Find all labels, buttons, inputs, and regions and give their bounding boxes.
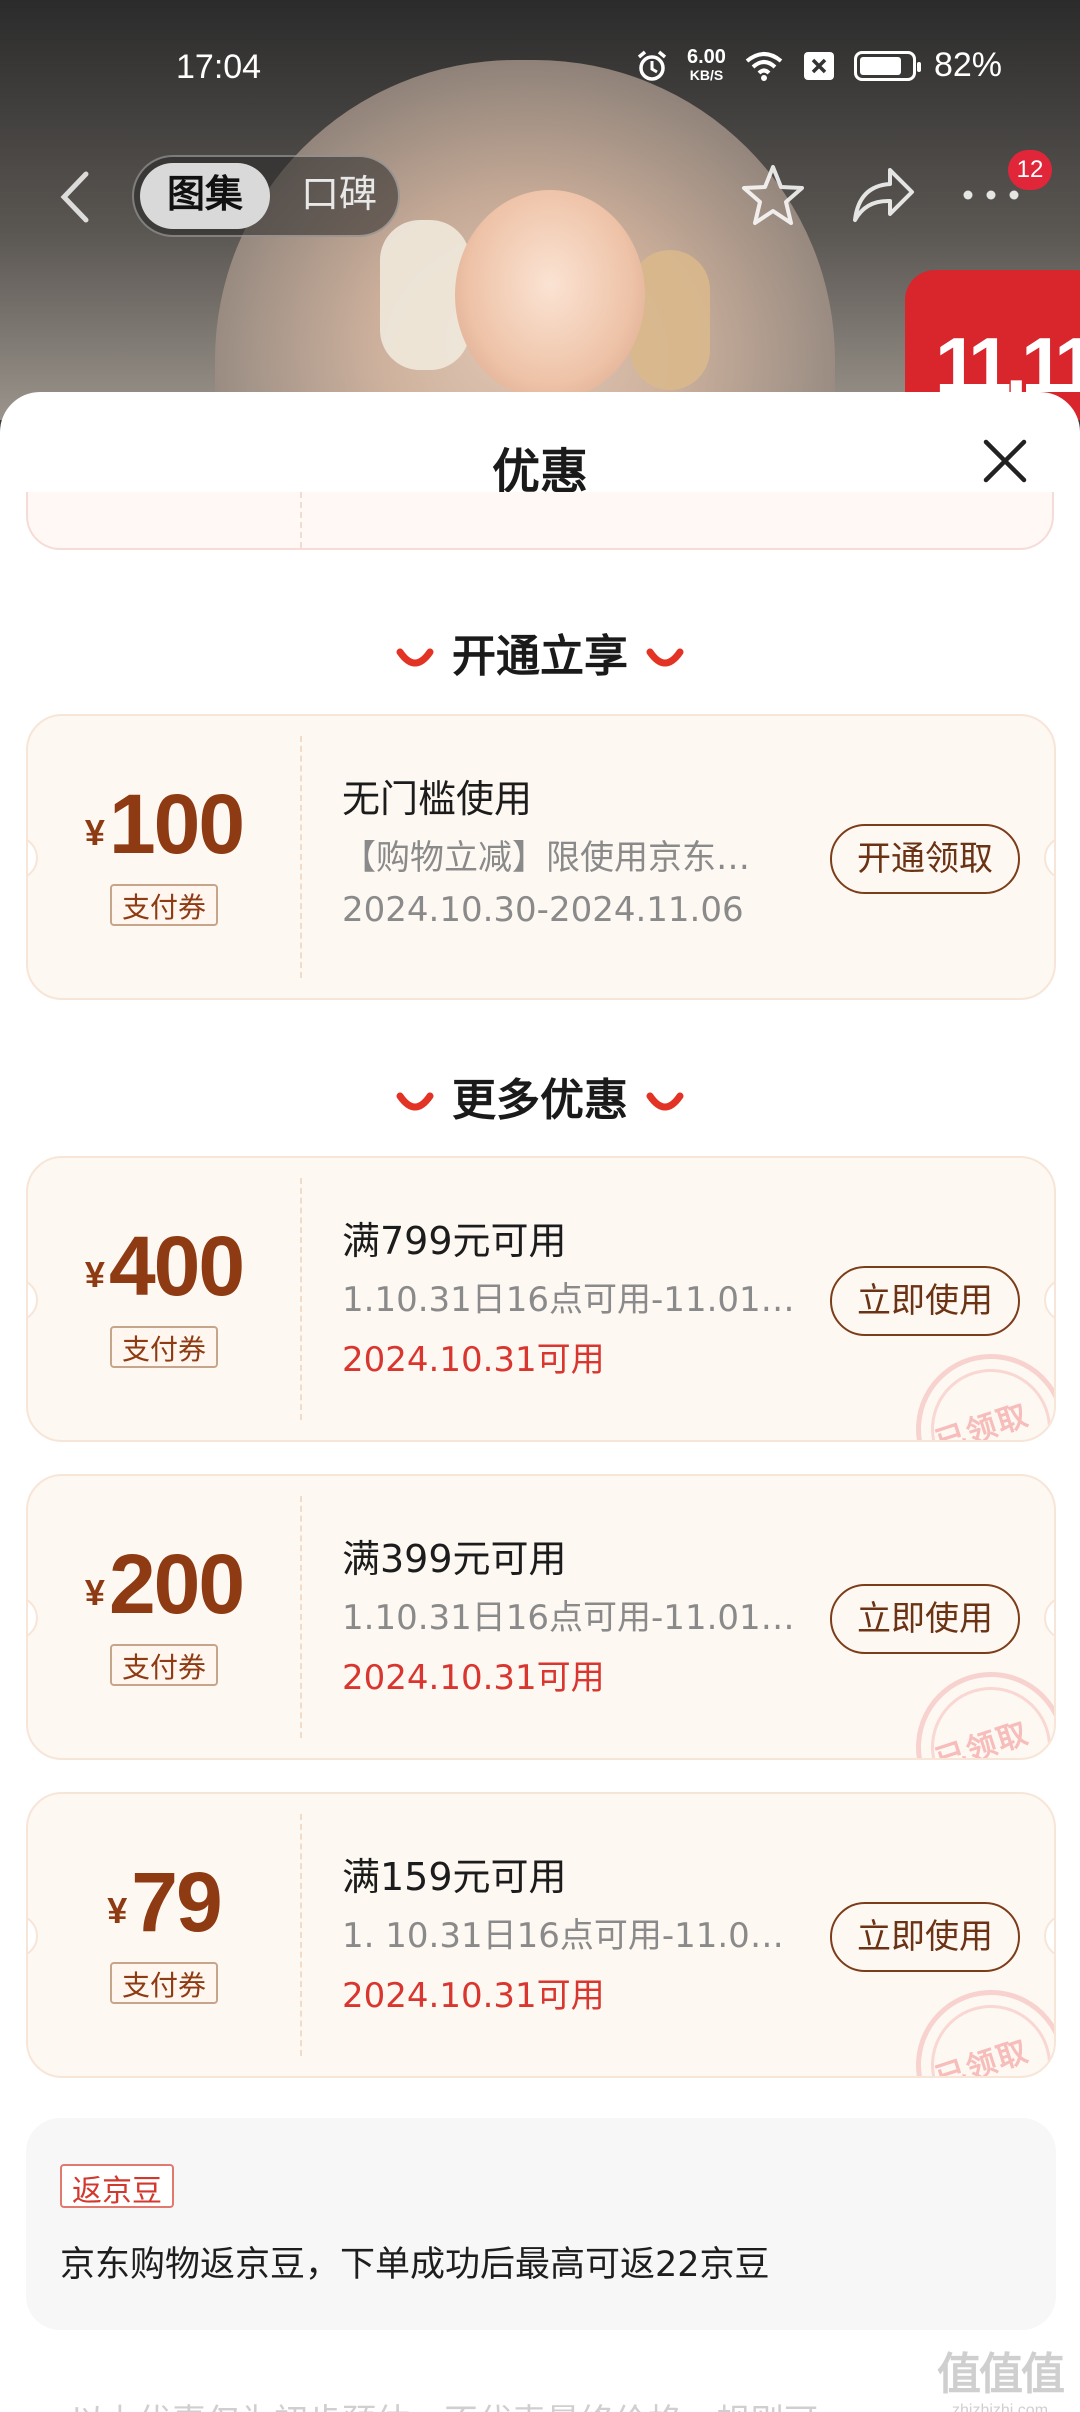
site-watermark: 值值值 zhizhizhi.com <box>930 2338 1070 2412</box>
coupon-type-tag: 支付券 <box>110 1962 218 2004</box>
coupon-description: 1. 10.31日16点可用-11.01… <box>342 1916 802 1956</box>
coupon-card: ¥100 支付券 无门槛使用 【购物立减】限使用京东… 2024.10.30-2… <box>26 714 1056 1000</box>
claimed-stamp: 已领取 <box>896 1334 1054 1442</box>
battery-percent: 82% <box>933 46 1002 84</box>
wifi-icon <box>745 51 783 81</box>
close-icon[interactable] <box>980 436 1030 486</box>
coupon-validity: 2024.10.30-2024.11.06 <box>342 890 744 930</box>
section-heading-text: 更多优惠 <box>452 1075 628 1126</box>
smile-decor-left-icon <box>396 1092 434 1111</box>
claimed-stamp-text: 已领取 <box>931 1397 1034 1442</box>
watermark-url: zhizhizhi.com <box>951 2402 1049 2412</box>
tab-reviews[interactable]: 口碑 <box>284 163 394 229</box>
use-now-button[interactable]: 立即使用 <box>830 1902 1020 1972</box>
network-speed-value: 6.00 <box>687 45 726 68</box>
battery-fill <box>859 56 901 75</box>
tab-gallery[interactable]: 图集 <box>140 163 270 229</box>
coupon-divider <box>300 1496 302 1738</box>
network-speed: 6.00 KB/S <box>687 45 726 84</box>
coupon-divider <box>300 1814 302 2056</box>
jd-bean-description: 京东购物返京豆，下单成功后最高可返22京豆 <box>60 2245 770 2285</box>
currency-symbol: ¥ <box>84 1254 105 1295</box>
smile-decor-right-icon <box>646 648 684 667</box>
coupon-amount: ¥100 <box>28 776 300 873</box>
section-heading-activate: 开通立享 <box>0 620 1080 684</box>
jd-bean-tag: 返京豆 <box>60 2164 174 2209</box>
claimed-stamp-text: 已领取 <box>931 2033 1034 2078</box>
disclaimer-text: 以上优惠仅为初步预估，不代表最终价格，规则可 <box>70 2394 818 2412</box>
coupon-title: 满159元可用 <box>342 1855 567 1899</box>
smile-decor-right-icon <box>646 1092 684 1111</box>
product-nav-bar: 图集 口碑 12 <box>0 150 1080 240</box>
favorite-star-icon[interactable] <box>740 162 806 228</box>
claimed-stamp: 已领取 <box>896 1652 1054 1760</box>
currency-symbol: ¥ <box>84 812 105 853</box>
jd-bean-rebate-card: 返京豆 京东购物返京豆，下单成功后最高可返22京豆 <box>26 2118 1056 2330</box>
coupon-amount-value: 100 <box>108 777 245 871</box>
coupon-divider <box>300 736 302 978</box>
coupon-divider <box>300 1178 302 1420</box>
coupon-amount: ¥200 <box>28 1536 300 1633</box>
status-bar: 17:04 6.00 KB/S 82% <box>0 0 1080 120</box>
coupon-description: 1.10.31日16点可用-11.01… <box>342 1598 795 1638</box>
coupon-amount-value: 400 <box>108 1219 245 1313</box>
partially-scrolled-coupon-card <box>26 492 1054 550</box>
claimed-stamp-text: 已领取 <box>931 1715 1034 1760</box>
coupon-validity: 2024.10.31可用 <box>342 1976 605 2016</box>
coupon-card: ¥400 支付券 满799元可用 1.10.31日16点可用-11.01… 20… <box>26 1156 1056 1442</box>
claimed-stamp: 已领取 <box>896 1970 1054 2078</box>
coupon-notch <box>1044 1596 1054 1640</box>
section-heading-more-offers: 更多优惠 <box>0 1064 1080 1128</box>
smile-decor-left-icon <box>396 648 434 667</box>
discount-bottom-sheet: 优惠 开通立享 ¥100 支付券 无门槛使用 【购物立减】限使用京东… 2024… <box>0 392 1080 2412</box>
coupon-validity: 2024.10.31可用 <box>342 1658 605 1698</box>
coupon-notch <box>1044 1914 1054 1958</box>
coupon-amount: ¥400 <box>28 1218 300 1315</box>
message-count-badge: 12 <box>1008 150 1052 190</box>
coupon-type-tag: 支付券 <box>110 884 218 926</box>
sim-off-icon <box>803 51 834 80</box>
coupon-card: ¥79 支付券 满159元可用 1. 10.31日16点可用-11.01… 20… <box>26 1792 1056 2078</box>
share-icon[interactable] <box>850 164 916 224</box>
coupon-validity: 2024.10.31可用 <box>342 1340 605 1380</box>
currency-symbol: ¥ <box>84 1572 105 1613</box>
coupon-notch <box>1044 1278 1054 1322</box>
use-now-button[interactable]: 立即使用 <box>830 1584 1020 1654</box>
currency-symbol: ¥ <box>107 1890 128 1931</box>
battery-icon <box>853 50 921 81</box>
coupon-notch <box>1044 836 1054 880</box>
coupon-divider <box>300 492 302 548</box>
watermark-logo: 值值值 <box>937 2349 1065 2400</box>
status-time: 17:04 <box>176 48 262 86</box>
status-icons: 6.00 KB/S 82% <box>635 46 1002 85</box>
coupon-description: 1.10.31日16点可用-11.01… <box>342 1280 795 1320</box>
coupon-type-tag: 支付券 <box>110 1326 218 1368</box>
coupon-amount-value: 200 <box>108 1537 245 1631</box>
use-now-button[interactable]: 立即使用 <box>830 1266 1020 1336</box>
coupon-title: 满799元可用 <box>342 1219 567 1263</box>
coupon-description: 【购物立减】限使用京东… <box>342 838 750 878</box>
network-speed-unit: KB/S <box>689 66 724 83</box>
activate-claim-button[interactable]: 开通领取 <box>830 824 1020 894</box>
coupon-title: 满399元可用 <box>342 1537 567 1581</box>
back-arrow-icon[interactable] <box>52 168 100 226</box>
coupon-amount: ¥79 <box>28 1854 300 1951</box>
coupon-type-tag: 支付券 <box>110 1644 218 1686</box>
gallery-review-segmented-control: 图集 口碑 <box>132 155 400 237</box>
coupon-title: 无门槛使用 <box>342 777 533 821</box>
alarm-icon <box>637 50 667 81</box>
coupon-amount-value: 79 <box>131 1855 222 1949</box>
coupon-card: ¥200 支付券 满399元可用 1.10.31日16点可用-11.01… 20… <box>26 1474 1056 1760</box>
section-heading-text: 开通立享 <box>452 631 628 682</box>
